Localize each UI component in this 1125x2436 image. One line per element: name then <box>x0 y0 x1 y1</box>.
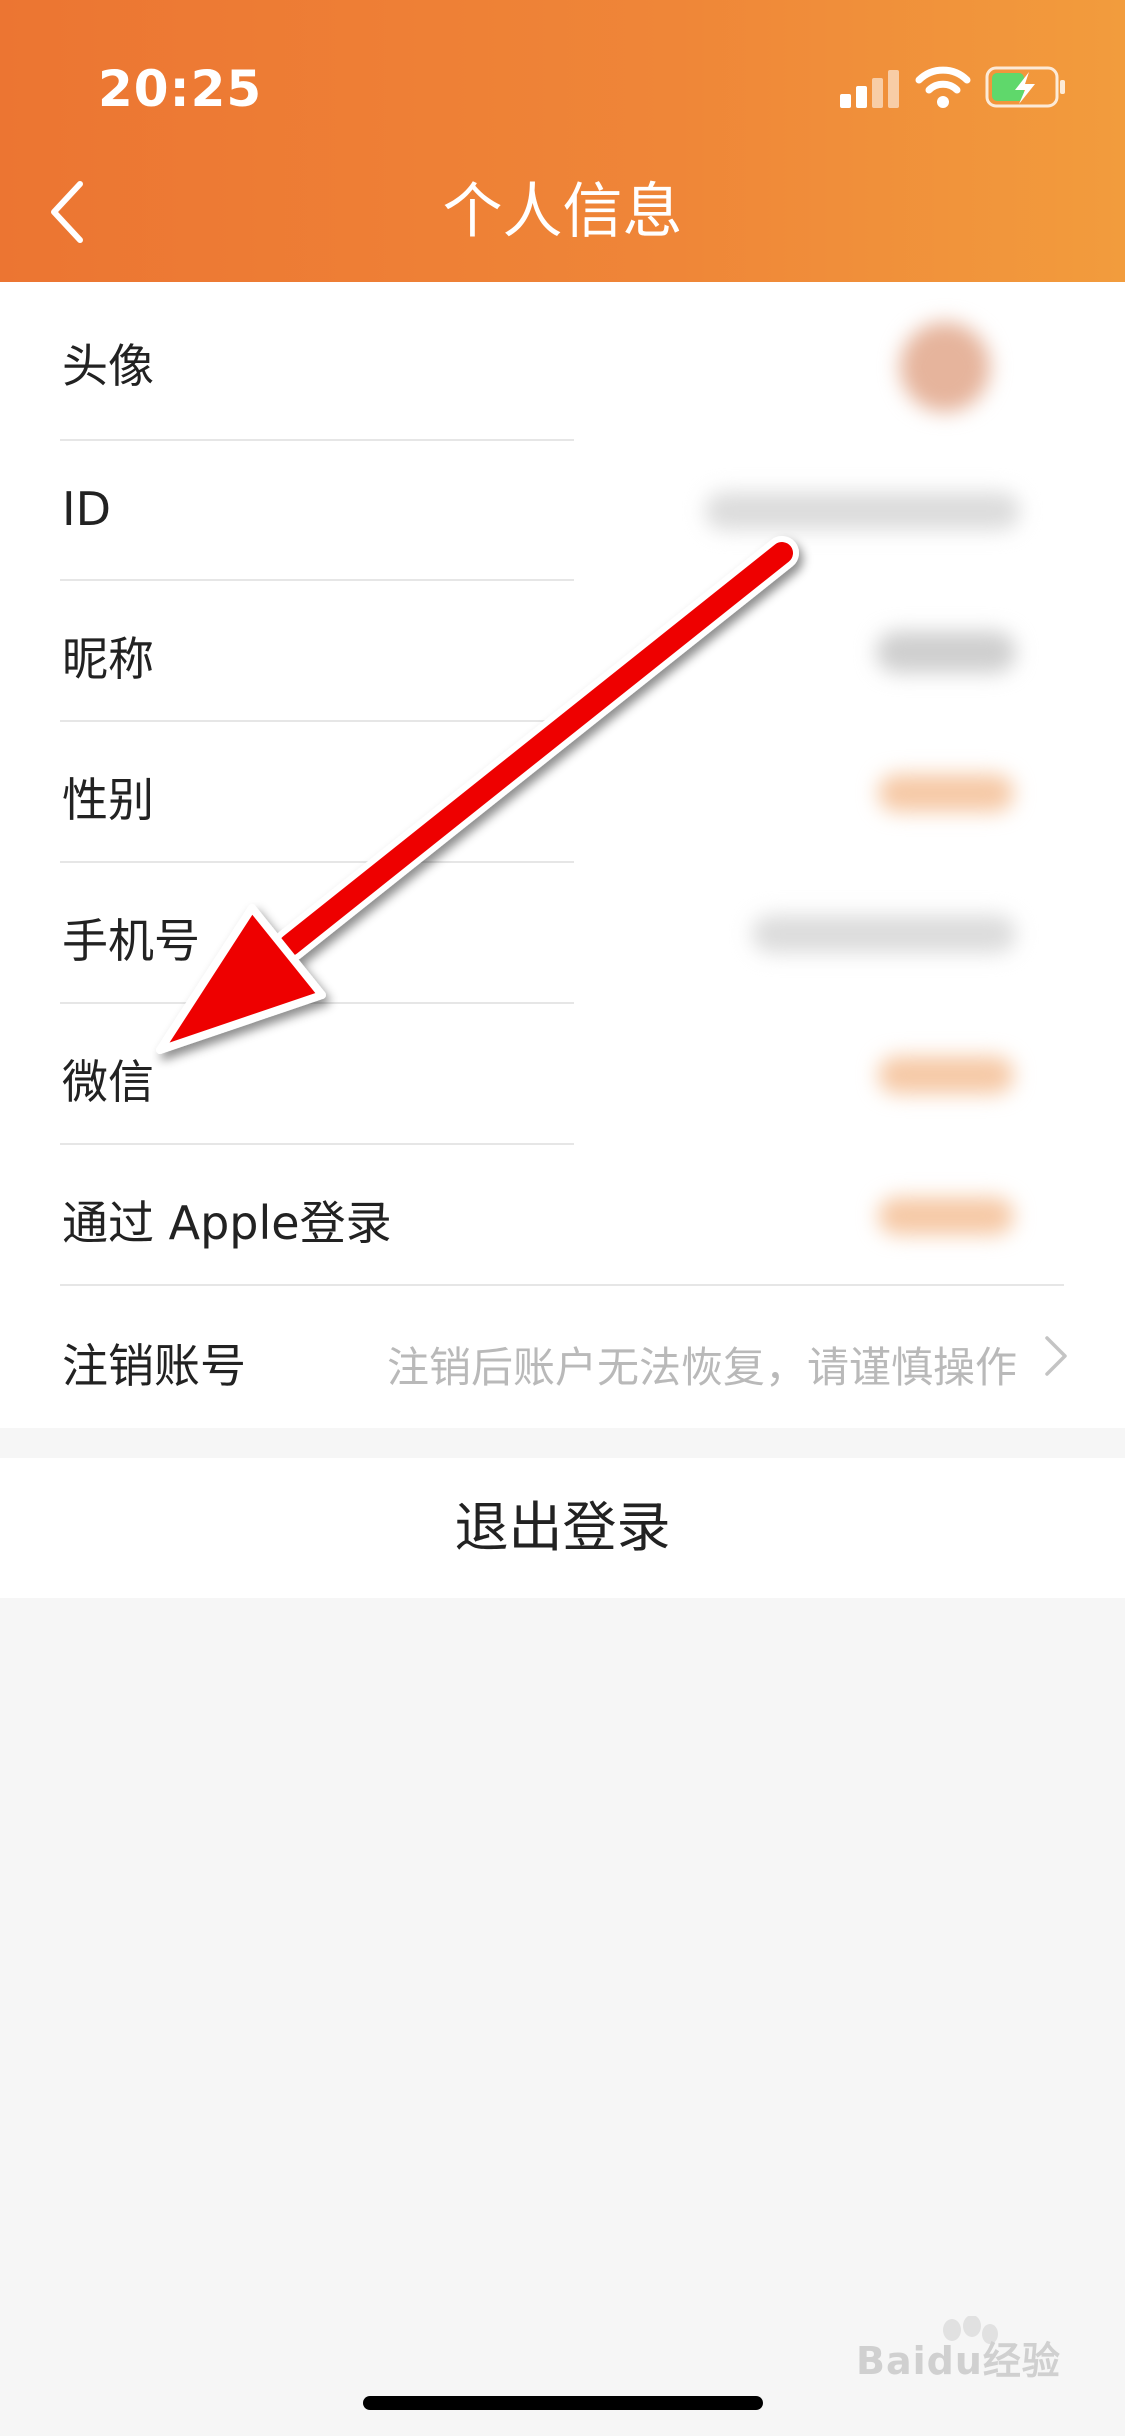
redacted-value <box>878 774 1014 812</box>
page-title: 个人信息 <box>442 177 683 247</box>
avatar <box>900 322 990 412</box>
status-time: 20:25 <box>98 60 263 118</box>
redacted-value <box>878 1197 1014 1235</box>
watermark-text: Baidu经验 <box>856 2339 1061 2383</box>
row-apple-login[interactable]: 通过 Apple登录 <box>0 1145 1125 1286</box>
row-label: 微信 <box>62 1055 154 1109</box>
row-label: 注销账号 <box>62 1339 246 1393</box>
row-delete-account[interactable]: 注销账号 注销后账户无法恢复，请谨慎操作 <box>0 1286 1125 1428</box>
logout-button[interactable]: 退出登录 <box>0 1458 1125 1598</box>
redacted-value <box>878 1056 1014 1094</box>
redacted-value <box>876 631 1016 673</box>
row-id[interactable]: ID <box>0 440 1125 581</box>
home-indicator <box>363 2396 763 2410</box>
row-phone[interactable]: 手机号 <box>0 863 1125 1004</box>
wifi-icon <box>915 66 971 108</box>
row-label: 手机号 <box>62 914 200 968</box>
battery-charging-icon <box>985 66 1065 108</box>
row-wechat[interactable]: 微信 <box>0 1004 1125 1145</box>
row-avatar[interactable]: 头像 <box>0 282 1125 441</box>
row-label: 昵称 <box>62 632 154 686</box>
row-nickname[interactable]: 昵称 <box>0 581 1125 722</box>
row-label: 头像 <box>62 339 154 393</box>
delete-account-hint: 注销后账户无法恢复，请谨慎操作 <box>386 1343 1017 1392</box>
row-label: 性别 <box>62 773 154 827</box>
redacted-value <box>705 492 1020 530</box>
row-gender[interactable]: 性别 <box>0 722 1125 863</box>
logout-card: 退出登录 <box>0 1458 1125 1598</box>
cellular-signal-icon <box>840 68 900 108</box>
profile-list: 头像 ID 昵称 性别 手机号 微信 通过 Apple登录 注销账号 注销后账户… <box>0 282 1125 1428</box>
redacted-value <box>752 915 1016 953</box>
nav-header: 20:25 个人信息 <box>0 0 1125 282</box>
row-label: 通过 Apple登录 <box>62 1196 392 1250</box>
chevron-right-icon <box>1045 1336 1067 1376</box>
row-label: ID <box>62 482 111 536</box>
